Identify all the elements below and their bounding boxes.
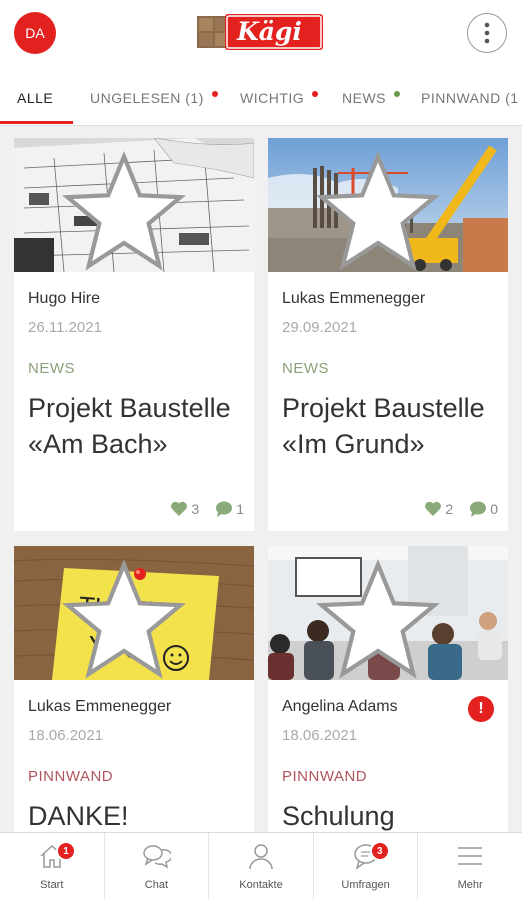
nav-label: Mehr — [457, 879, 483, 891]
post-card[interactable]: Angelina Adams ! 18.06.2021 PINNWAND Sch… — [268, 546, 508, 846]
favorite-star-icon[interactable] — [14, 554, 244, 680]
post-category: PINNWAND — [28, 768, 114, 785]
post-author: Angelina Adams — [282, 698, 398, 715]
post-category: NEWS — [282, 360, 329, 377]
favorite-star-icon[interactable] — [268, 146, 498, 272]
tab-label: WICHTIG — [240, 90, 305, 106]
post-card[interactable]: THANK YOU! Lukas Emmenegger 18.06.2021 P… — [14, 546, 254, 846]
more-vertical-icon — [484, 22, 490, 44]
post-title: Projekt Baustelle «Am Bach» — [28, 393, 231, 459]
tab-label: NEWS — [342, 90, 386, 106]
tab-news[interactable]: NEWS — [342, 90, 400, 106]
bottom-navigation: 1 Start Chat Kontakte 3 Umfragen Mehr — [0, 832, 522, 900]
post-title: Projekt Baustelle «Im Grund» — [282, 393, 485, 459]
nav-start[interactable]: 1 Start — [0, 833, 105, 900]
filter-tabs: ALLE UNGELESEN (1) WICHTIG NEWS PINNWAND… — [0, 68, 522, 126]
comment-icon[interactable] — [469, 500, 487, 518]
post-stats: 2 0 — [424, 500, 498, 518]
post-author: Lukas Emmenegger — [282, 290, 426, 307]
post-stats: 3 1 — [170, 500, 244, 518]
tab-label: UNGELESEN (1) — [90, 90, 204, 106]
heart-icon[interactable] — [170, 500, 188, 518]
contacts-icon — [249, 844, 273, 870]
post-image-training-room — [268, 546, 508, 680]
post-title: Schulung — [282, 801, 395, 831]
post-date: 26.11.2021 — [28, 319, 102, 336]
comment-icon[interactable] — [215, 500, 233, 518]
tab-pinnwand[interactable]: PINNWAND (1 — [421, 90, 519, 106]
important-dot-icon — [312, 91, 319, 97]
nav-mehr[interactable]: Mehr — [418, 833, 522, 900]
nav-label: Start — [40, 879, 64, 891]
nav-umfragen[interactable]: 3 Umfragen — [314, 833, 419, 900]
important-alert-icon: ! — [468, 696, 494, 722]
app-header: DA Kägi — [0, 0, 522, 68]
post-author: Hugo Hire — [28, 290, 101, 307]
post-image-thank-you-note: THANK YOU! — [14, 546, 254, 680]
like-count: 3 — [191, 501, 200, 517]
post-category: NEWS — [28, 360, 75, 377]
post-image-construction-site — [268, 138, 508, 272]
post-date: 18.06.2021 — [28, 727, 104, 744]
notification-badge: 1 — [56, 841, 76, 861]
logo-wordmark: Kägi — [237, 17, 302, 46]
comment-count: 0 — [490, 501, 498, 517]
post-category: PINNWAND — [282, 768, 368, 785]
post-date: 18.06.2021 — [282, 727, 358, 744]
favorite-star-icon[interactable] — [268, 554, 498, 680]
post-image-blueprint — [14, 138, 254, 272]
news-dot-icon — [394, 91, 400, 97]
post-date: 29.09.2021 — [282, 319, 358, 336]
chat-icon — [143, 845, 172, 869]
post-author: Lukas Emmenegger — [28, 698, 172, 715]
like-count: 2 — [445, 501, 454, 517]
nav-chat[interactable]: Chat — [105, 833, 210, 900]
company-logo: Kägi — [197, 14, 325, 50]
unread-dot-icon — [211, 91, 218, 97]
nav-label: Chat — [144, 879, 169, 891]
menu-icon — [458, 847, 483, 865]
tab-ungelesen[interactable]: UNGELESEN (1) — [90, 90, 218, 106]
nav-label: Umfragen — [341, 879, 390, 891]
post-card[interactable]: Hugo Hire 26.11.2021 NEWS Projekt Bauste… — [14, 138, 254, 531]
active-tab-indicator — [0, 121, 73, 124]
nav-kontakte[interactable]: Kontakte — [209, 833, 314, 900]
favorite-star-icon[interactable] — [14, 146, 244, 272]
more-options-button[interactable] — [467, 13, 507, 53]
heart-icon[interactable] — [424, 500, 442, 518]
user-avatar[interactable]: DA — [14, 12, 56, 54]
post-card[interactable]: Lukas Emmenegger 29.09.2021 NEWS Projekt… — [268, 138, 508, 531]
tab-wichtig[interactable]: WICHTIG — [240, 90, 319, 106]
tab-alle[interactable]: ALLE — [17, 90, 53, 106]
nav-label: Kontakte — [239, 879, 283, 891]
comment-count: 1 — [236, 501, 244, 517]
notification-badge: 3 — [369, 841, 390, 861]
tab-label: ALLE — [17, 90, 54, 106]
tab-label: PINNWAND (1 — [421, 90, 519, 106]
post-title: DANKE! — [28, 801, 129, 831]
